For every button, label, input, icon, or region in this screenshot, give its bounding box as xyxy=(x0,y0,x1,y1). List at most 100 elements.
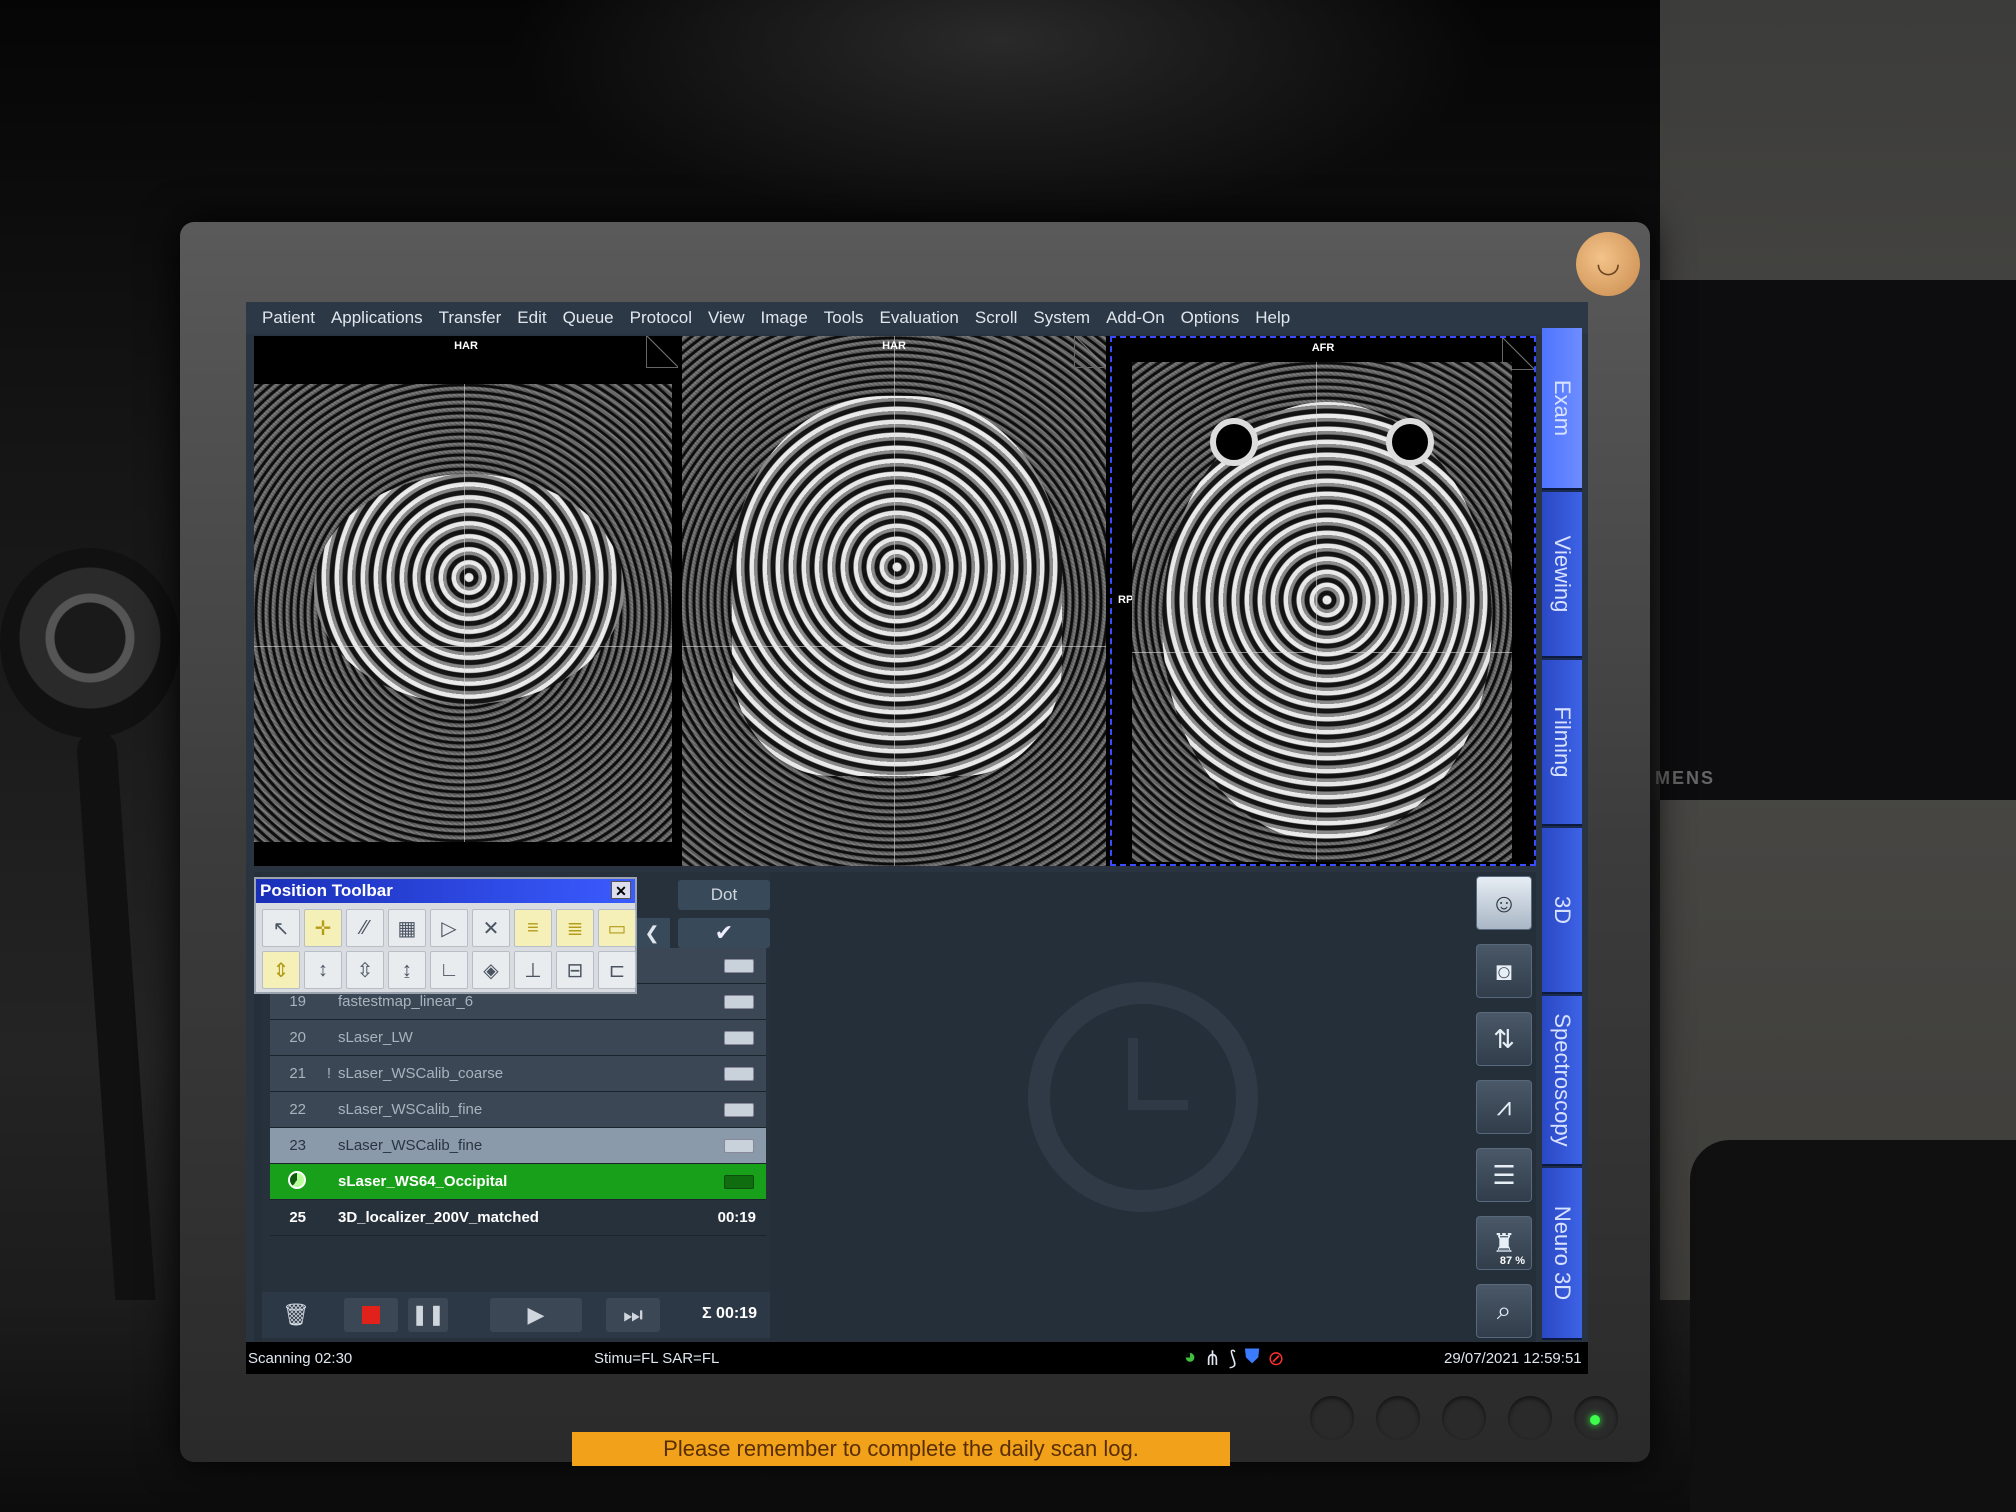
crosshair-vertical xyxy=(1316,362,1317,862)
shift-vertical-icon[interactable]: ↕ xyxy=(304,951,342,989)
row-protocol-name: sLaser_WSCalib_fine xyxy=(338,1101,483,1118)
menu-patient[interactable]: Patient xyxy=(262,308,315,328)
box-tool-icon[interactable]: ▭ xyxy=(598,909,636,947)
dot-button[interactable]: Dot xyxy=(678,880,770,910)
menu-view[interactable]: View xyxy=(708,308,745,328)
center-vertical-icon[interactable]: ↨ xyxy=(388,951,426,989)
shield-icon[interactable]: ⛊ xyxy=(1245,1346,1260,1371)
menu-protocol[interactable]: Protocol xyxy=(630,308,692,328)
zoom-icon[interactable]: ⌕ xyxy=(1476,1284,1532,1338)
delete-tool-icon[interactable]: ✕ xyxy=(472,909,510,947)
crosshair-vertical xyxy=(464,384,465,842)
protocol-status-icon xyxy=(724,1138,754,1153)
queue-row-running[interactable]: sLaser_WS64_Occipital xyxy=(270,1164,766,1200)
protocol-status-icon xyxy=(724,1174,754,1189)
task-card-label: 3D xyxy=(1550,895,1575,925)
trash-icon[interactable]: 🗑 xyxy=(278,1298,314,1332)
viewport-corner-icon[interactable] xyxy=(1074,336,1106,368)
axis-tool-icon[interactable]: ⊥ xyxy=(514,951,552,989)
protocol-list-icon[interactable]: ☰ xyxy=(1476,1148,1532,1202)
brain-coronal xyxy=(732,396,1062,776)
play-button[interactable]: ▶ xyxy=(490,1298,582,1332)
stop-button[interactable] xyxy=(344,1298,398,1332)
menu-system[interactable]: System xyxy=(1033,308,1090,328)
menu-queue[interactable]: Queue xyxy=(563,308,614,328)
task-card-viewing[interactable]: Viewing xyxy=(1542,492,1582,658)
queue-row-pending[interactable]: 25 3D_localizer_200V_matched 00:19 xyxy=(270,1200,766,1236)
viewport-sagittal[interactable]: HAR xyxy=(254,336,678,866)
no-connection-icon[interactable]: ⊘ xyxy=(1268,1346,1285,1371)
running-status-icon xyxy=(270,1170,320,1193)
camera-icon[interactable]: ◙ xyxy=(1476,944,1532,998)
triangle-tool-icon[interactable]: ▷ xyxy=(430,909,468,947)
move-tool-icon[interactable]: ✛ xyxy=(304,909,342,947)
viewport-axial[interactable]: AFR RPF xyxy=(1110,336,1536,866)
mri-sagittal-image xyxy=(254,384,672,842)
clock-watermark-icon xyxy=(1028,982,1258,1212)
queue-row-selected[interactable]: 23 sLaser_WSCalib_fine xyxy=(270,1128,766,1164)
task-card-label: Spectroscopy xyxy=(1550,1013,1575,1147)
row-protocol-name: sLaser_WSCalib_fine xyxy=(338,1137,483,1154)
patient-table-icon[interactable]: ⇅ xyxy=(1476,1012,1532,1066)
menu-add-on[interactable]: Add-On xyxy=(1106,308,1165,328)
menu-transfer[interactable]: Transfer xyxy=(439,308,502,328)
align-vertical-icon[interactable]: ⇕ xyxy=(262,951,300,989)
skip-next-button[interactable]: ⏭ xyxy=(606,1298,660,1332)
position-toolbar-title[interactable]: Position Toolbar ✕ xyxy=(256,879,635,903)
menu-bar: Patient Applications Transfer Edit Queue… xyxy=(246,302,1588,334)
desk-lamp xyxy=(0,548,180,738)
eye-right xyxy=(1386,418,1434,466)
select-pointer-icon[interactable]: ↖ xyxy=(262,909,300,947)
protocol-status-icon xyxy=(724,1030,754,1045)
menu-options[interactable]: Options xyxy=(1181,308,1240,328)
slab-icon[interactable]: ⊟ xyxy=(556,951,594,989)
menu-scroll[interactable]: Scroll xyxy=(975,308,1018,328)
network-icon[interactable]: ⟆ xyxy=(1229,1346,1237,1371)
image-viewer: HAR HAR AFR RPF xyxy=(254,336,1536,866)
queue-row[interactable]: 20 sLaser_LW xyxy=(270,1020,766,1056)
task-card-neuro-3d[interactable]: Neuro 3D xyxy=(1542,1168,1582,1340)
multi-band-icon[interactable]: ≣ xyxy=(556,909,594,947)
task-card-3d[interactable]: 3D xyxy=(1542,828,1582,994)
menu-tools[interactable]: Tools xyxy=(824,308,864,328)
menu-edit[interactable]: Edit xyxy=(517,308,546,328)
apply-check-button[interactable]: ✔ xyxy=(678,918,770,948)
close-icon[interactable]: ✕ xyxy=(611,881,631,899)
menu-evaluation[interactable]: Evaluation xyxy=(879,308,958,328)
total-duration: Σ 00:19 xyxy=(702,1305,757,1322)
viewport-corner-icon[interactable] xyxy=(646,336,678,368)
pause-button[interactable]: ❚❚ xyxy=(408,1298,448,1332)
row-protocol-name: fastestmap_linear_6 xyxy=(338,993,474,1010)
parallel-lines-icon[interactable]: ⁄⁄ xyxy=(346,909,384,947)
stretch-vertical-icon[interactable]: ⇳ xyxy=(346,951,384,989)
monitor-buttons xyxy=(1310,1396,1618,1440)
queue-row[interactable]: 21 ! sLaser_WSCalib_coarse xyxy=(270,1056,766,1092)
viewport-coronal[interactable]: HAR xyxy=(682,336,1106,866)
rotate-tool-icon[interactable]: ∟ xyxy=(430,951,468,989)
tool-column: ☺ ◙ ⇅ ⩘ ☰ ♜ 87 % ⌕ xyxy=(1476,876,1536,1338)
menu-help[interactable]: Help xyxy=(1255,308,1290,328)
menu-applications[interactable]: Applications xyxy=(331,308,423,328)
task-card-label: Neuro 3D xyxy=(1550,1205,1575,1301)
task-card-filming[interactable]: Filming xyxy=(1542,660,1582,826)
sar-monitor-icon[interactable]: ♜ 87 % xyxy=(1476,1216,1532,1270)
menu-image[interactable]: Image xyxy=(761,308,808,328)
task-card-spectroscopy[interactable]: Spectroscopy xyxy=(1542,996,1582,1166)
head-coil-icon[interactable]: ☺ xyxy=(1476,876,1532,930)
task-card-exam[interactable]: Exam xyxy=(1542,328,1582,490)
protocol-status-icon xyxy=(724,1066,754,1081)
task-card-label: Filming xyxy=(1550,706,1575,778)
brain-sagittal xyxy=(314,474,624,704)
sat-band-icon[interactable]: ≡ xyxy=(514,909,552,947)
shim-box-icon[interactable]: ◈ xyxy=(472,951,510,989)
signal-icon[interactable]: ⋔ xyxy=(1204,1346,1221,1371)
sar-glyph: ♜ xyxy=(1492,1227,1516,1258)
system-ok-icon[interactable]: ◕ xyxy=(1184,1346,1196,1371)
curve-tool-icon[interactable]: ⊏ xyxy=(598,951,636,989)
slab-grid-icon[interactable]: ▦ xyxy=(388,909,426,947)
previous-arrow-icon[interactable]: ❮ xyxy=(634,918,670,948)
queue-row[interactable]: 22 sLaser_WSCalib_fine xyxy=(270,1092,766,1128)
task-cards: Exam Viewing Filming 3D Spectroscopy Neu… xyxy=(1542,328,1582,1340)
sar-percent: 87 % xyxy=(1499,1255,1525,1267)
physio-signal-icon[interactable]: ⩘ xyxy=(1476,1080,1532,1134)
